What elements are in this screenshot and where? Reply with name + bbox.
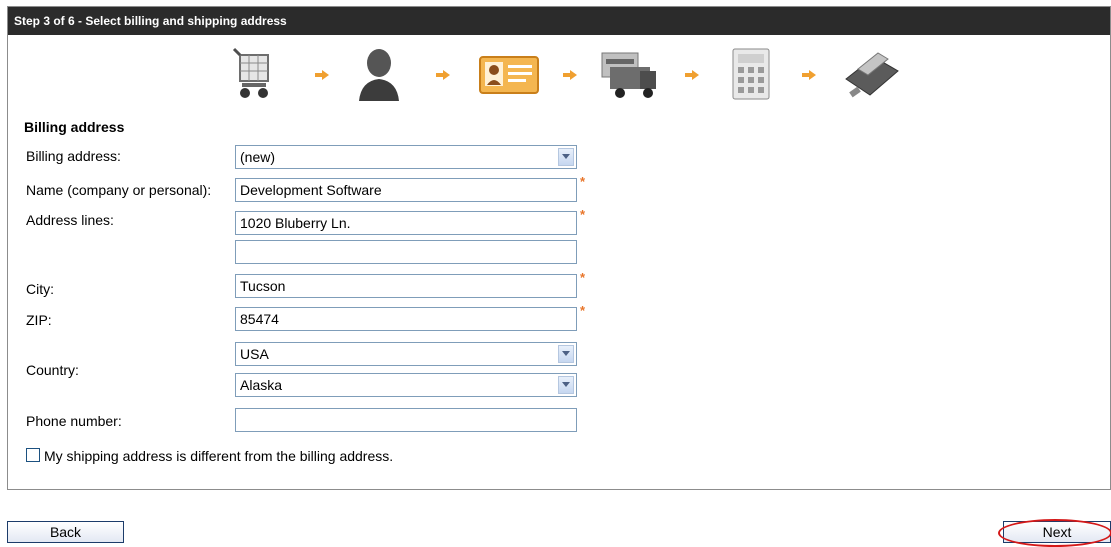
address-line-2-input[interactable] (235, 240, 577, 264)
required-marker: * (580, 303, 586, 318)
required-marker: * (580, 207, 586, 222)
billing-address-select[interactable]: (new) (235, 145, 577, 169)
name-input[interactable]: Development Software (235, 178, 577, 202)
chevron-down-icon[interactable] (558, 345, 574, 363)
shipping-different-label: My shipping address is different from th… (44, 448, 394, 464)
state-select[interactable]: Alaska (235, 373, 577, 397)
credit-card-reader-icon (840, 43, 900, 107)
arrow-right-icon (685, 70, 699, 80)
shipping-different-checkbox[interactable] (26, 448, 40, 462)
phone-label: Phone number: (26, 413, 122, 429)
required-marker: * (580, 174, 586, 189)
country-value: USA (240, 346, 269, 362)
name-label: Name (company or personal): (26, 182, 212, 198)
delivery-truck-icon (600, 43, 660, 107)
calculator-icon (727, 43, 787, 107)
billing-address-label: Billing address: (26, 148, 121, 164)
country-select[interactable]: USA (235, 342, 577, 366)
country-label: Country: (26, 362, 79, 378)
highlight-circle (998, 519, 1111, 547)
contact-card-icon (478, 43, 539, 107)
billing-address-value: (new) (240, 149, 276, 165)
chevron-down-icon[interactable] (558, 148, 574, 166)
step-title: Step 3 of 6 - Select billing and shippin… (8, 7, 1110, 35)
arrow-right-icon (436, 70, 450, 80)
arrow-right-icon (802, 70, 816, 80)
arrow-right-icon (563, 70, 577, 80)
required-marker: * (580, 270, 586, 285)
arrow-right-icon (315, 70, 329, 80)
person-icon (355, 43, 415, 107)
city-label: City: (26, 281, 54, 297)
step-progress (230, 43, 910, 113)
zip-label: ZIP: (26, 312, 52, 328)
zip-input[interactable]: 85474 (235, 307, 577, 331)
address-lines-label: Address lines: (26, 212, 114, 228)
billing-section-title: Billing address (24, 119, 125, 135)
cart-icon (230, 43, 290, 107)
back-button[interactable]: Back (7, 521, 124, 543)
phone-input[interactable] (235, 408, 577, 432)
chevron-down-icon[interactable] (558, 376, 574, 394)
shipping-different-row[interactable]: My shipping address is different from th… (26, 448, 393, 464)
address-line-1-input[interactable]: 1020 Bluberry Ln. (235, 211, 577, 235)
state-value: Alaska (240, 377, 283, 393)
city-input[interactable]: Tucson (235, 274, 577, 298)
